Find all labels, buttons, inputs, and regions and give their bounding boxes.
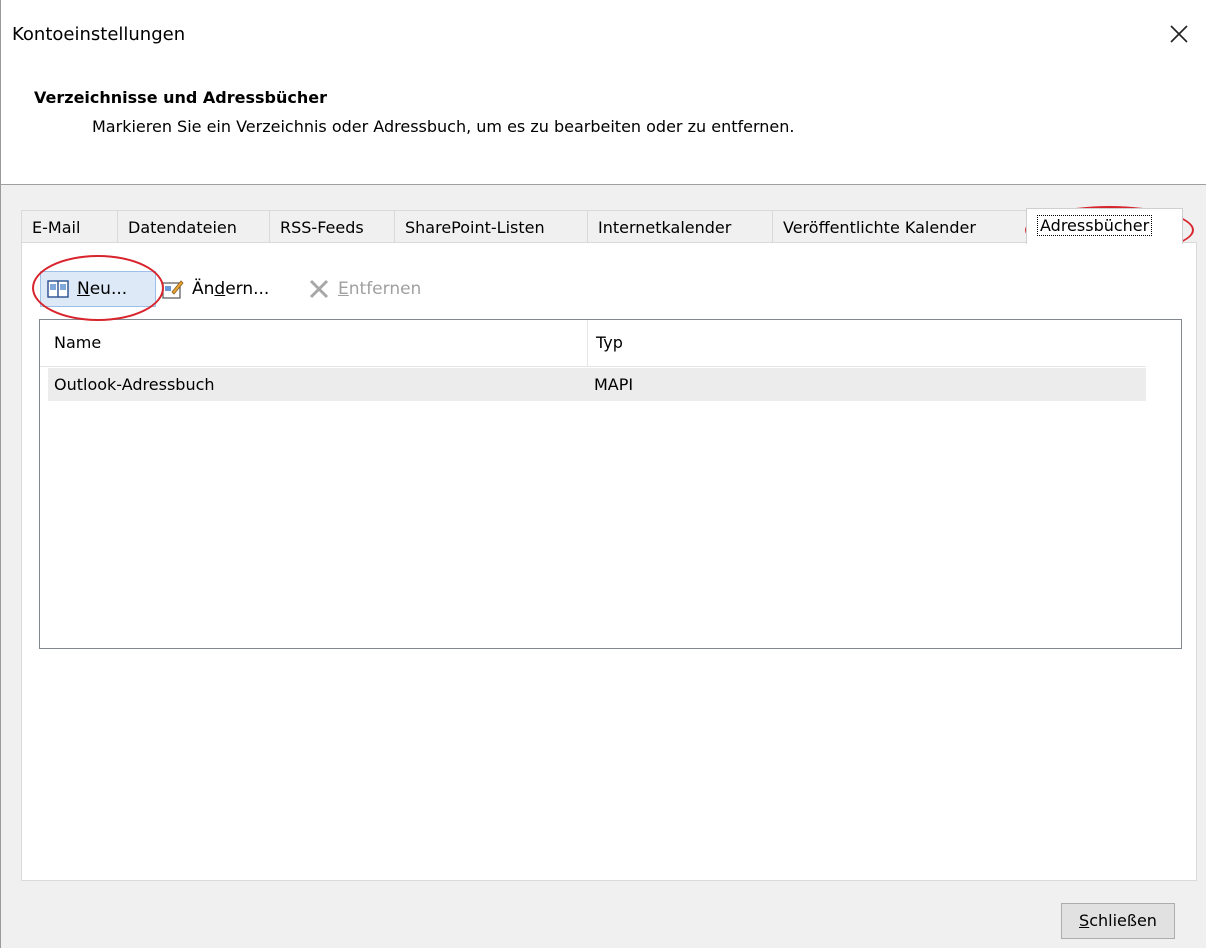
address-book-list[interactable]: Name Typ Outlook-Adressbuch MAPI xyxy=(39,319,1182,649)
remove-button-label: Entfernen xyxy=(338,279,421,299)
address-book-icon xyxy=(47,280,69,298)
list-header: Name Typ xyxy=(40,320,1146,367)
list-item[interactable]: Outlook-Adressbuch MAPI xyxy=(48,368,1146,401)
cell-type: MAPI xyxy=(594,375,634,394)
tab-label: E-Mail xyxy=(32,218,81,237)
access-key: d xyxy=(214,279,226,299)
section-description: Markieren Sie ein Verzeichnis oder Adres… xyxy=(92,117,795,136)
cell-name: Outlook-Adressbuch xyxy=(54,375,215,394)
title-bar: Kontoeinstellungen xyxy=(1,0,1206,67)
label-part: eu... xyxy=(89,279,128,299)
tab-label: Adressbücher xyxy=(1037,215,1153,236)
remove-icon xyxy=(309,279,329,299)
tab-strip: E-Mail Datendateien RSS-Feeds SharePoint… xyxy=(21,208,1201,244)
tab-email[interactable]: E-Mail xyxy=(21,210,118,243)
new-button-label: Neu... xyxy=(77,279,127,299)
edit-button-label: Ändern... xyxy=(192,279,269,299)
label-part: ern... xyxy=(225,279,270,299)
close-button-label: chließen xyxy=(1089,911,1157,930)
tab-address-books[interactable]: Adressbücher xyxy=(1026,208,1183,244)
tab-sharepoint-lists[interactable]: SharePoint-Listen xyxy=(394,210,588,243)
edit-button[interactable]: Ändern... xyxy=(162,271,269,307)
access-key: E xyxy=(338,279,349,299)
tab-internet-calendars[interactable]: Internetkalender xyxy=(587,210,773,243)
remove-button[interactable]: Entfernen xyxy=(308,271,421,307)
tab-panel-address-books: Neu... Ändern... Entfernen Name Typ Outl… xyxy=(21,242,1197,881)
access-key: S xyxy=(1079,911,1090,930)
label-part: Än xyxy=(192,279,215,299)
column-header-type[interactable]: Typ xyxy=(588,320,1146,366)
account-settings-dialog: Kontoeinstellungen Verzeichnisse und Adr… xyxy=(0,0,1206,948)
close-window-button[interactable] xyxy=(1151,0,1206,67)
close-icon xyxy=(1170,24,1188,43)
tab-label: Internetkalender xyxy=(598,218,732,237)
tab-rss-feeds[interactable]: RSS-Feeds xyxy=(269,210,395,243)
section-title: Verzeichnisse und Adressbücher xyxy=(34,88,328,107)
tab-label: Veröffentlichte Kalender xyxy=(783,218,976,237)
tab-data-files[interactable]: Datendateien xyxy=(117,210,270,243)
close-dialog-button[interactable]: Schließen xyxy=(1061,903,1175,939)
edit-address-book-icon xyxy=(162,280,184,299)
column-header-name[interactable]: Name xyxy=(40,320,588,366)
new-button[interactable]: Neu... xyxy=(40,271,156,307)
access-key: N xyxy=(77,279,90,299)
dialog-header: Verzeichnisse und Adressbücher Markieren… xyxy=(1,67,1206,185)
tab-label: RSS-Feeds xyxy=(280,218,364,237)
tab-label: SharePoint-Listen xyxy=(405,218,545,237)
tab-published-calendars[interactable]: Veröffentlichte Kalender xyxy=(772,210,1027,243)
label-part: ntfernen xyxy=(348,279,422,299)
window-title: Kontoeinstellungen xyxy=(12,24,186,45)
tab-label: Datendateien xyxy=(128,218,237,237)
